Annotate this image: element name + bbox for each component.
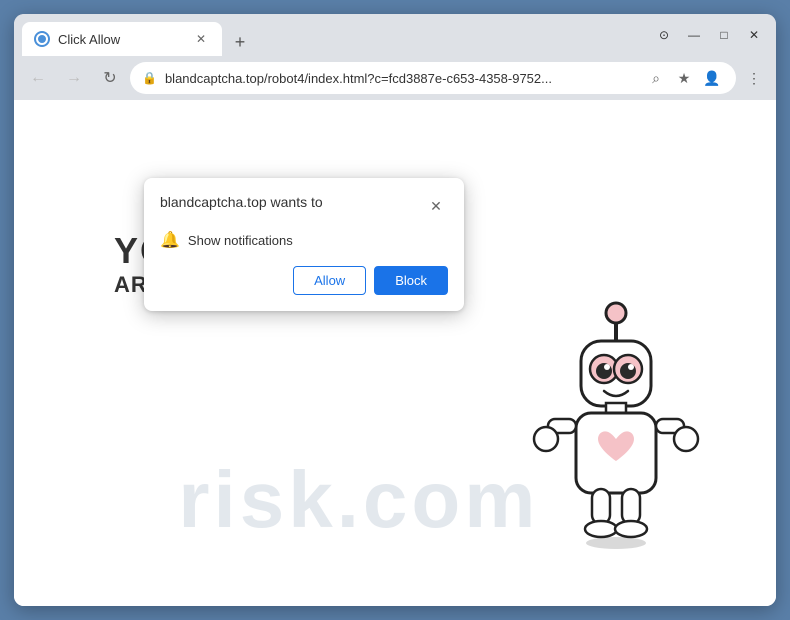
tab-strip: Click Allow ✕ + (22, 14, 332, 56)
address-icons: ⌕ ★ 👤 (644, 66, 724, 90)
robot-svg (516, 291, 716, 571)
forward-button[interactable]: → (58, 62, 90, 94)
window-controls: ⊙ — □ ✕ (650, 21, 768, 49)
bell-icon: 🔔 (160, 230, 180, 250)
robot-illustration (516, 291, 716, 576)
dialog-close-button[interactable]: ✕ (424, 194, 448, 218)
lock-icon: 🔒 (142, 71, 157, 85)
active-tab[interactable]: Click Allow ✕ (22, 22, 222, 56)
downloads-button[interactable]: ⊙ (650, 21, 678, 49)
reload-button[interactable]: ↻ (94, 62, 126, 94)
nav-bar: ← → ↻ 🔒 blandcaptcha.top/robot4/index.ht… (14, 56, 776, 100)
bookmark-button[interactable]: ★ (672, 66, 696, 90)
tab-favicon-icon (34, 31, 50, 47)
minimize-button[interactable]: — (680, 21, 708, 49)
tab-title: Click Allow (58, 32, 184, 47)
tab-close-button[interactable]: ✕ (192, 30, 210, 48)
allow-button[interactable]: Allow (293, 266, 366, 295)
address-bar[interactable]: 🔒 blandcaptcha.top/robot4/index.html?c=f… (130, 62, 736, 94)
back-button[interactable]: ← (22, 62, 54, 94)
watermark-text: risk.com (178, 454, 539, 546)
title-bar: Click Allow ✕ + ⊙ — □ ✕ (14, 14, 776, 56)
block-button[interactable]: Block (374, 266, 448, 295)
new-tab-button[interactable]: + (226, 28, 254, 56)
browser-window: Click Allow ✕ + ⊙ — □ ✕ ← → ↻ 🔒 blandcap… (14, 14, 776, 606)
page-content: risk.com YOU ARE NOT A ROBOT! (14, 100, 776, 606)
dialog-header: blandcaptcha.top wants to ✕ (160, 194, 448, 218)
dialog-buttons: Allow Block (160, 266, 448, 295)
browser-content: risk.com YOU ARE NOT A ROBOT! (14, 100, 776, 606)
dialog-title: blandcaptcha.top wants to (160, 194, 323, 210)
maximize-button[interactable]: □ (710, 21, 738, 49)
menu-button[interactable]: ⋮ (740, 64, 768, 92)
show-notifications-label: Show notifications (188, 233, 293, 248)
profile-button[interactable]: 👤 (700, 66, 724, 90)
url-text: blandcaptcha.top/robot4/index.html?c=fcd… (165, 71, 636, 86)
close-button[interactable]: ✕ (740, 21, 768, 49)
notification-dialog: blandcaptcha.top wants to ✕ 🔔 Show notif… (144, 178, 464, 311)
dialog-option: 🔔 Show notifications (160, 230, 448, 250)
search-icon-button[interactable]: ⌕ (644, 66, 668, 90)
